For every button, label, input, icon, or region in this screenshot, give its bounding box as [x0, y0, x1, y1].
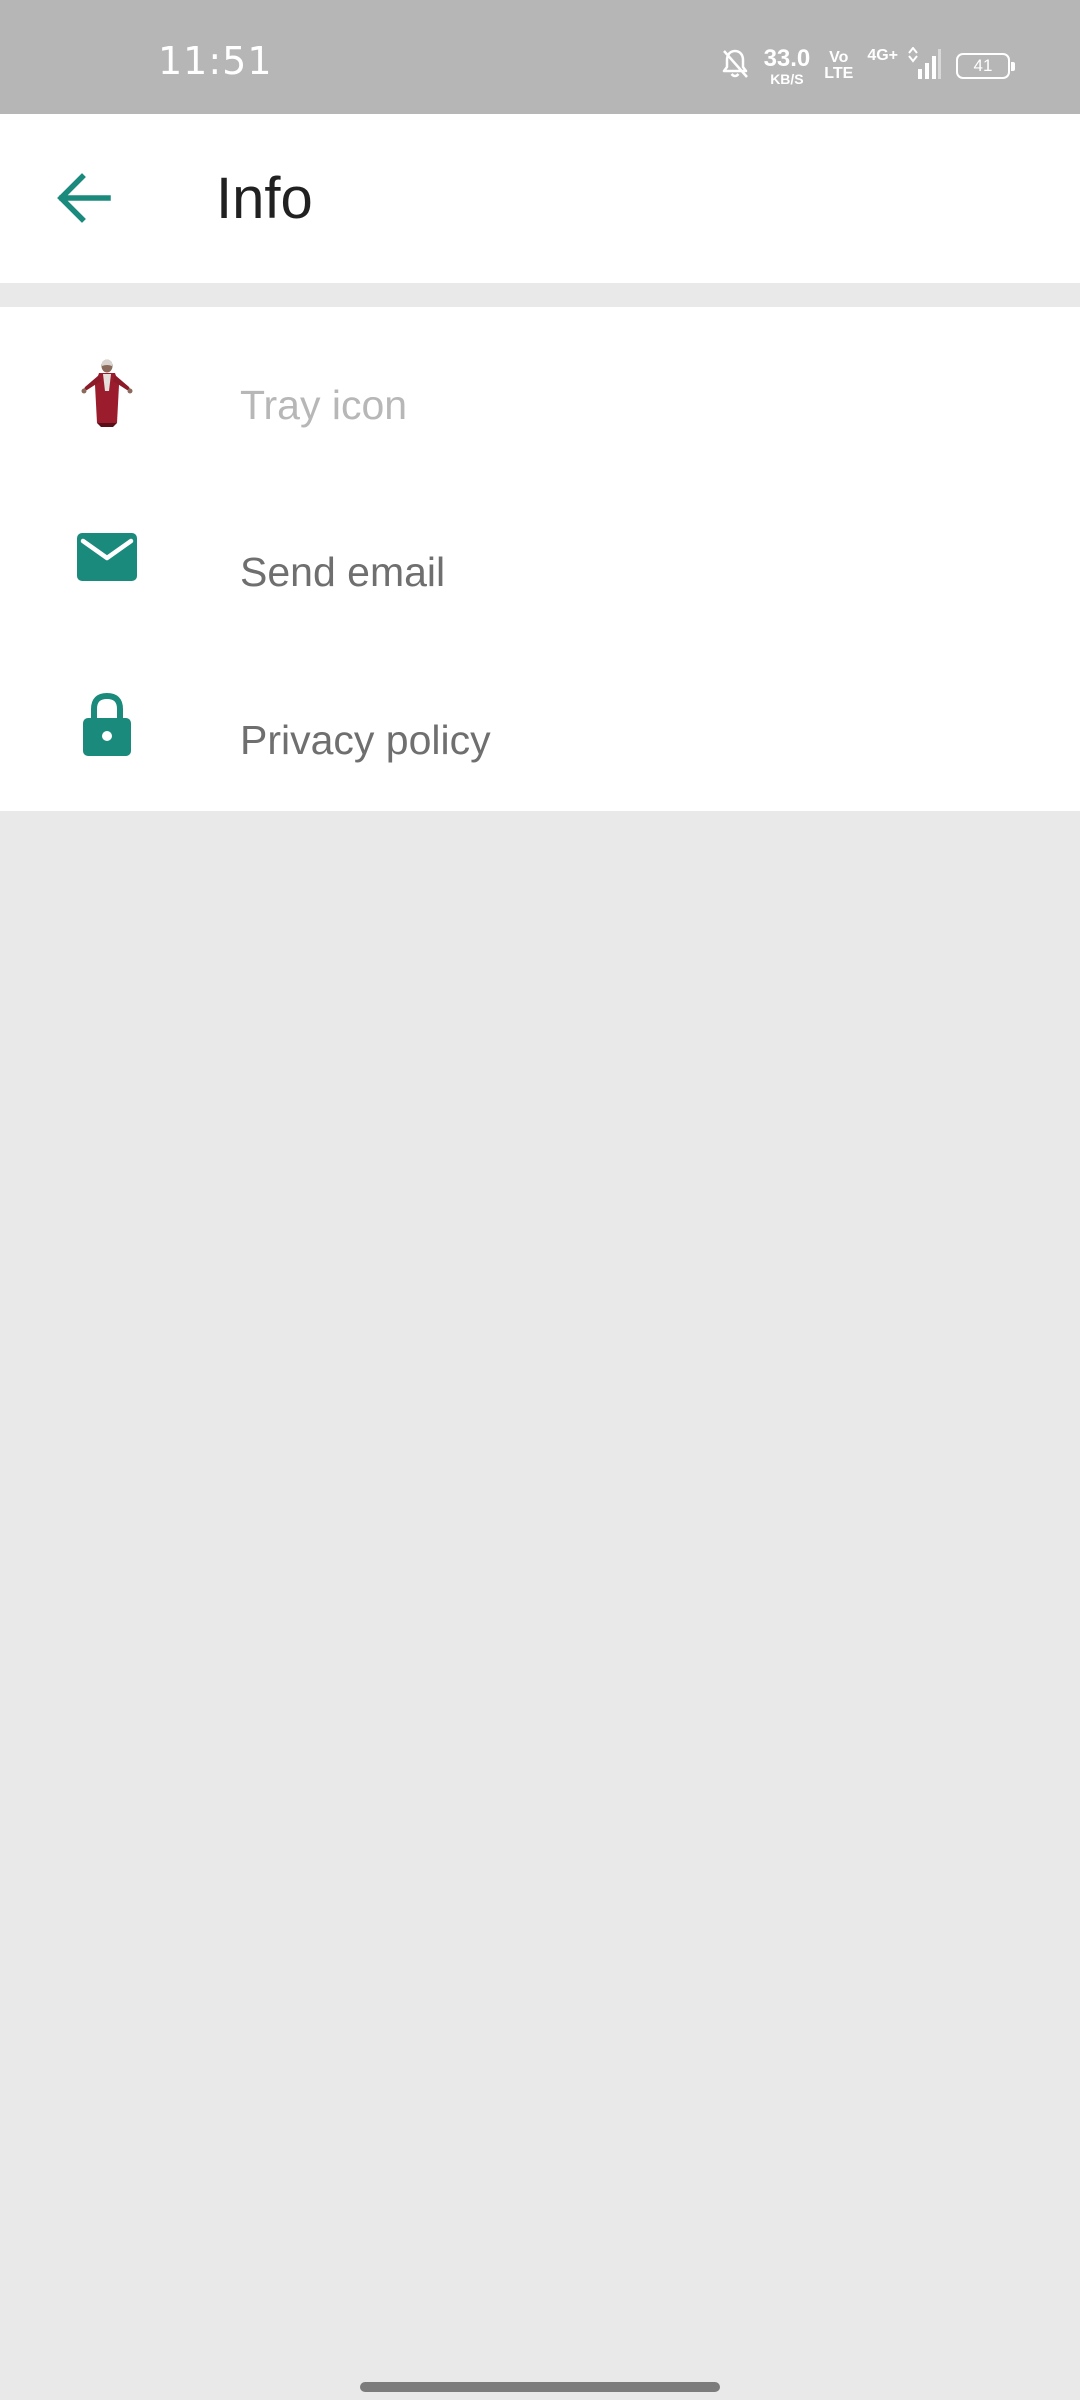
- bell-muted-icon: [720, 48, 750, 85]
- network-speed: 33.0 KB/S: [763, 44, 811, 87]
- arrow-back-icon: [56, 172, 112, 229]
- info-list: Tray icon Send email Privacy policy: [0, 307, 1080, 811]
- send-email-label: Send email: [240, 549, 446, 595]
- volte-top: Vo: [829, 49, 849, 66]
- tray-figure-icon: [62, 347, 152, 437]
- privacy-policy-label: Privacy policy: [240, 717, 491, 763]
- mail-icon: [62, 512, 152, 602]
- network-type: 4G+: [867, 47, 898, 64]
- app-bar: Info: [0, 114, 1080, 283]
- tray-icon-label: Tray icon: [240, 382, 408, 428]
- home-indicator[interactable]: [360, 2382, 720, 2392]
- volte-bottom: LTE: [824, 65, 854, 82]
- page-title: Info: [216, 166, 313, 231]
- status-time: 11:51: [158, 39, 273, 83]
- list-item-privacy-policy[interactable]: Privacy policy: [0, 643, 1080, 811]
- signal-icon: [906, 45, 942, 86]
- volte-indicator: Vo LTE: [824, 50, 853, 82]
- status-icons: 33.0 KB/S Vo LTE 4G+ 41: [720, 44, 1015, 88]
- network-speed-unit: KB/S: [770, 70, 804, 87]
- network-speed-value: 33.0: [763, 44, 811, 72]
- status-bar: 11:51 33.0 KB/S Vo LTE 4G+ 41: [0, 0, 1080, 114]
- back-button[interactable]: [44, 160, 124, 240]
- battery-icon: 41: [956, 53, 1015, 79]
- lock-icon: [62, 680, 152, 770]
- list-item-send-email[interactable]: Send email: [0, 475, 1080, 643]
- battery-level: 41: [973, 56, 993, 75]
- list-item-tray-icon[interactable]: Tray icon: [0, 307, 1080, 475]
